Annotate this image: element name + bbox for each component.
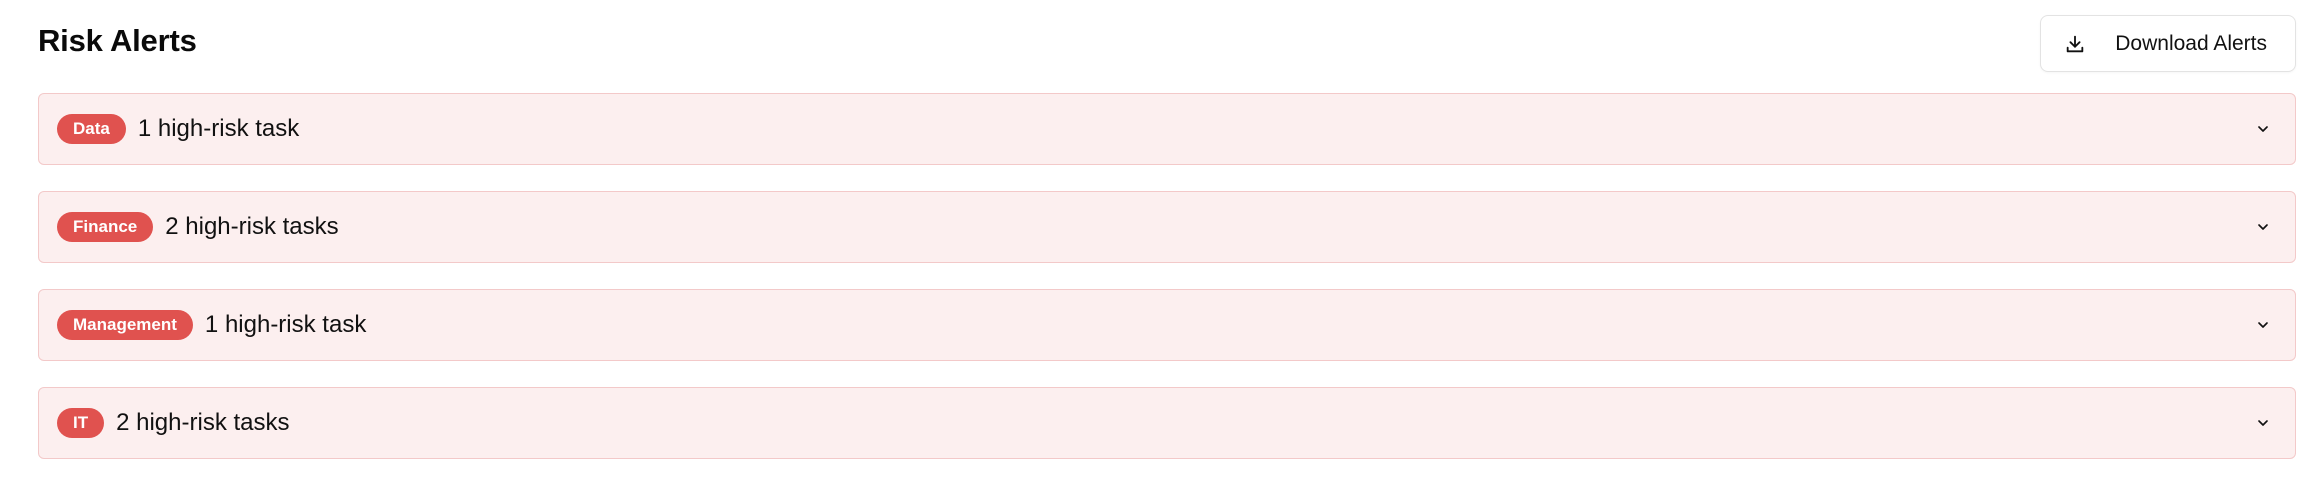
chevron-down-icon[interactable]	[2253, 315, 2273, 335]
download-alerts-button[interactable]: Download Alerts	[2040, 15, 2296, 72]
alert-row-data[interactable]: Data 1 high-risk task	[38, 93, 2296, 165]
page-title: Risk Alerts	[38, 23, 197, 58]
category-badge: Data	[57, 114, 126, 144]
risk-alerts-panel: Risk Alerts Download Alerts Data 1 high-…	[0, 0, 2308, 488]
download-icon	[2063, 32, 2087, 56]
alert-summary: 1 high-risk task	[137, 115, 300, 142]
chevron-down-icon[interactable]	[2253, 413, 2273, 433]
category-badge: Finance	[57, 212, 154, 242]
alert-row-finance[interactable]: Finance 2 high-risk tasks	[38, 191, 2296, 263]
chevron-down-icon[interactable]	[2253, 217, 2273, 237]
alert-summary: 2 high-risk tasks	[165, 213, 339, 240]
category-badge: Management	[57, 310, 193, 340]
chevron-down-icon[interactable]	[2253, 119, 2273, 139]
alert-row-management[interactable]: Management 1 high-risk task	[38, 289, 2296, 361]
panel-header: Risk Alerts Download Alerts	[38, 0, 2296, 83]
alert-row-it[interactable]: IT 2 high-risk tasks	[38, 387, 2296, 459]
alert-summary: 1 high-risk task	[204, 311, 367, 338]
download-alerts-label: Download Alerts	[2115, 31, 2267, 55]
alerts-list: Data 1 high-risk task Finance 2 high-ris…	[38, 93, 2296, 485]
category-badge: IT	[57, 408, 105, 438]
alert-summary: 2 high-risk tasks	[116, 409, 290, 436]
